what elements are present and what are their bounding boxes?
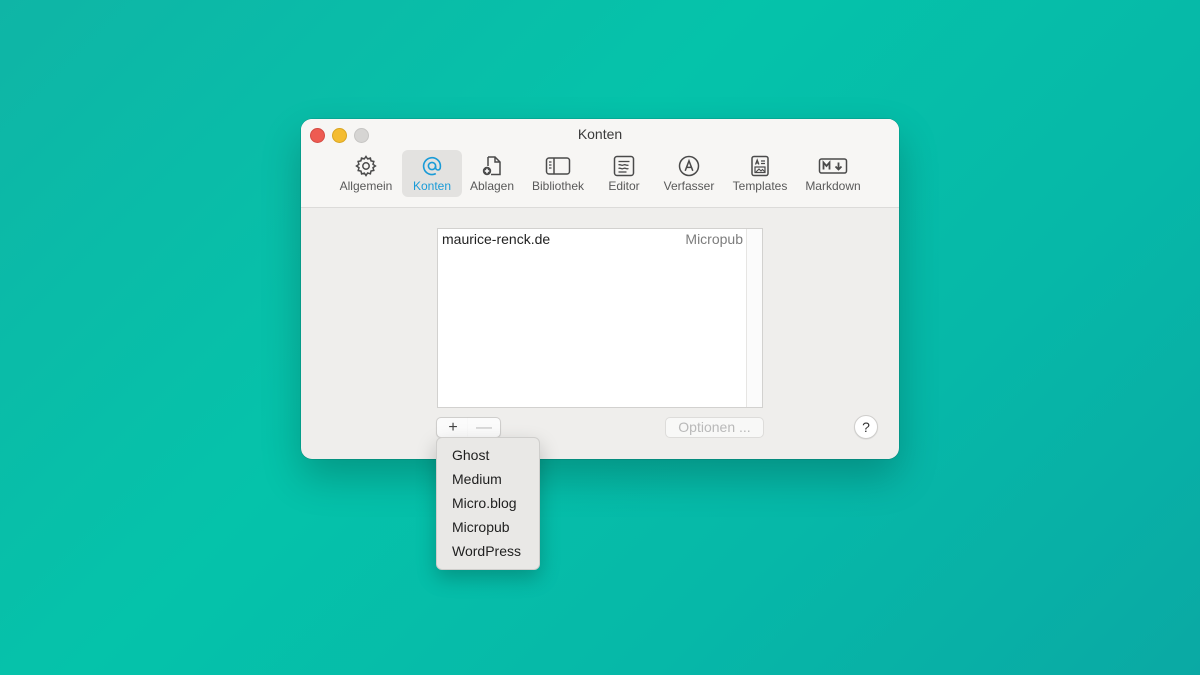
at-icon: [422, 156, 442, 176]
add-account-button[interactable]: +: [436, 417, 470, 438]
document-add-icon: [482, 156, 501, 176]
tab-label: Allgemein: [339, 179, 393, 193]
tab-verfasser[interactable]: Verfasser: [658, 150, 720, 197]
account-type-menu: Ghost Medium Micro.blog Micropub WordPre…: [436, 437, 540, 570]
tab-label: Bibliothek: [531, 179, 585, 193]
tab-label: Templates: [732, 179, 788, 193]
tab-label: Editor: [608, 179, 640, 193]
tab-ablagen[interactable]: Ablagen: [466, 150, 518, 197]
tab-label: Verfasser: [663, 179, 715, 193]
markdown-icon: [818, 158, 848, 174]
tab-konten[interactable]: Konten: [402, 150, 462, 197]
menu-item-micro-blog[interactable]: Micro.blog: [452, 495, 517, 511]
menu-item-ghost[interactable]: Ghost: [452, 447, 489, 463]
tab-label: Ablagen: [469, 179, 515, 193]
scrollbar-track[interactable]: [746, 229, 762, 407]
tab-editor[interactable]: Editor: [601, 150, 647, 197]
tab-label: Konten: [412, 179, 452, 193]
menu-item-medium[interactable]: Medium: [452, 471, 502, 487]
table-row[interactable]: maurice-renck.de Micropub: [438, 229, 746, 249]
tab-templates[interactable]: Templates: [728, 150, 792, 197]
titlebar: Konten Allgemein Konten Ablagen Biblioth…: [301, 119, 899, 208]
gear-icon: [355, 155, 377, 177]
accounts-list[interactable]: maurice-renck.de Micropub: [437, 228, 763, 408]
tab-markdown[interactable]: Markdown: [800, 150, 866, 197]
tab-label: Markdown: [805, 179, 861, 193]
menu-item-micropub[interactable]: Micropub: [452, 519, 510, 535]
preferences-toolbar: Allgemein Konten Ablagen Bibliothek Edit…: [301, 149, 899, 199]
menu-item-wordpress[interactable]: WordPress: [452, 543, 521, 559]
sidebar-icon: [545, 157, 571, 175]
account-type: Micropub: [685, 231, 743, 247]
window-title: Konten: [577, 126, 623, 142]
preferences-window: Konten Allgemein Konten Ablagen Biblioth…: [301, 119, 899, 459]
remove-account-button[interactable]: —: [468, 417, 501, 438]
options-button[interactable]: Optionen ...: [665, 417, 764, 438]
tab-allgemein[interactable]: Allgemein: [334, 150, 398, 197]
help-button[interactable]: ?: [854, 415, 878, 439]
tab-bibliothek[interactable]: Bibliothek: [527, 150, 589, 197]
editor-icon: [613, 155, 635, 177]
author-circle-a-icon: [678, 155, 700, 177]
account-name: maurice-renck.de: [442, 231, 551, 247]
template-icon: [751, 155, 769, 177]
